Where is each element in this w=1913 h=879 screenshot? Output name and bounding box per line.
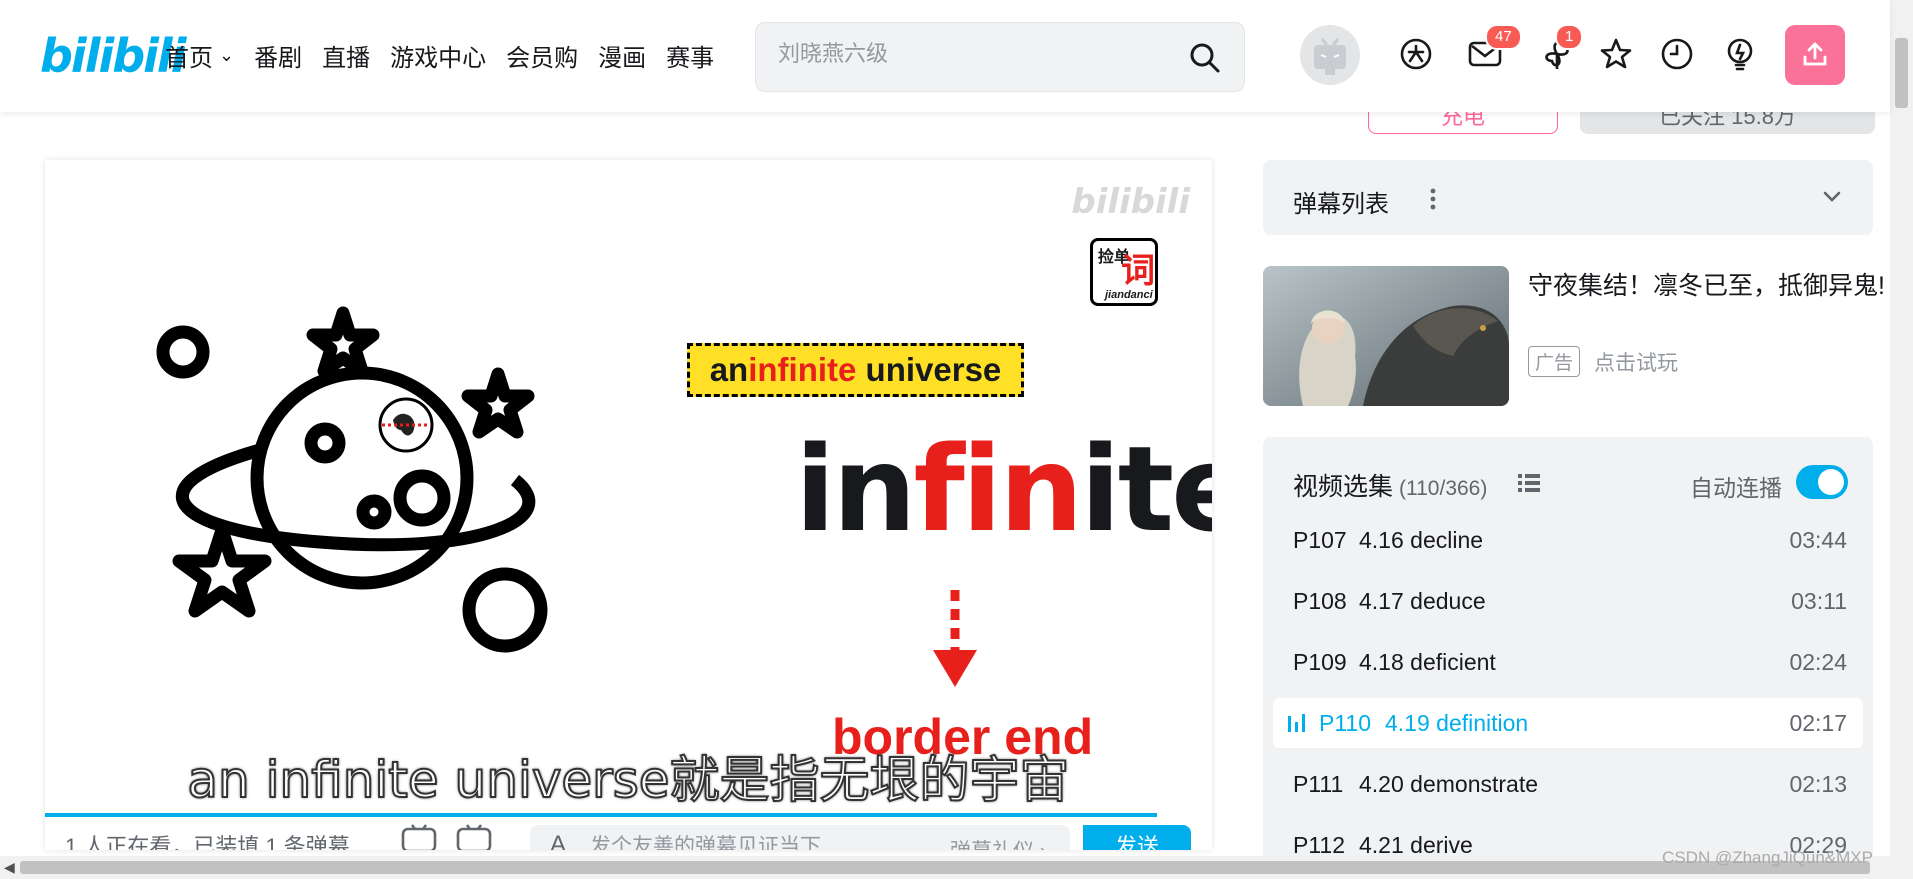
- vertical-scroll-thumb[interactable]: [1895, 38, 1908, 108]
- more-icon[interactable]: [1423, 184, 1443, 214]
- nav-live[interactable]: 直播: [322, 38, 370, 73]
- video-subtitle: an infinite universe就是指无垠的宇宙: [186, 750, 1070, 810]
- nav-esports[interactable]: 赛事: [666, 38, 714, 73]
- horizontal-scrollbar[interactable]: ◀: [0, 856, 1890, 879]
- nav-mall[interactable]: 会员购: [506, 38, 578, 73]
- autoplay-toggle[interactable]: [1796, 465, 1848, 499]
- list-view-icon[interactable]: [1516, 470, 1542, 496]
- ad-thumbnail[interactable]: [1263, 266, 1509, 406]
- chevron-down-icon: ⌄: [219, 45, 235, 65]
- danmaku-list-title: 弹幕列表: [1293, 191, 1389, 218]
- scroll-left-icon[interactable]: ◀: [4, 859, 15, 876]
- history-icon[interactable]: [1657, 34, 1697, 74]
- danmaku-style-icon[interactable]: A: [550, 831, 566, 850]
- favorite-icon[interactable]: [1596, 34, 1636, 74]
- message-badge: 47: [1485, 24, 1522, 50]
- danmaku-input-box: A 弹幕礼仪 ›: [530, 825, 1070, 850]
- chevron-down-icon[interactable]: [1819, 184, 1845, 210]
- ad-try-link[interactable]: 点击试玩: [1594, 347, 1678, 377]
- search-icon[interactable]: [1188, 41, 1222, 75]
- creation-icon[interactable]: [1720, 34, 1760, 74]
- avatar[interactable]: [1300, 25, 1360, 85]
- playlist-item[interactable]: P108 4.17 deduce 03:11: [1273, 576, 1863, 626]
- danmaku-list-panel[interactable]: 弹幕列表: [1263, 160, 1873, 235]
- message-icon[interactable]: 47: [1465, 24, 1522, 74]
- down-arrow-icon: [933, 590, 977, 687]
- dynamic-badge: 1: [1555, 24, 1584, 50]
- autoplay-label: 自动连播: [1690, 475, 1782, 501]
- playlist-item-active[interactable]: P110 4.19 definition 02:17: [1273, 698, 1863, 748]
- upload-icon: [1803, 42, 1827, 66]
- playlist-count: (110/366): [1399, 477, 1488, 500]
- danmaku-etiquette-link[interactable]: 弹幕礼仪 ›: [950, 835, 1047, 850]
- ad-title[interactable]: 守夜集结！凛冬已至，抵御异鬼!: [1528, 268, 1888, 304]
- bilibili-watermark: bilibili: [1071, 182, 1190, 222]
- main-nav: 首页 ⌄ 番剧 直播 游戏中心 会员购 漫画 赛事: [165, 38, 734, 73]
- csdn-watermark: CSDN @ZhangJiQun&MXP: [1662, 848, 1873, 867]
- playlist-item[interactable]: P107 4.16 decline 03:44: [1273, 515, 1863, 565]
- ad-card[interactable]: 守夜集结！凛冬已至，抵御异鬼! 广告 点击试玩: [1263, 266, 1885, 406]
- video-player[interactable]: bilibili 捡单 词 jiandanci an infinite univ…: [45, 160, 1212, 850]
- danmaku-settings-icon[interactable]: [455, 823, 493, 850]
- phrase-highlight: an infinite universe: [687, 343, 1024, 397]
- dynamic-icon[interactable]: 1: [1537, 24, 1584, 74]
- search-bar: [755, 22, 1245, 92]
- playlist-item[interactable]: P109 4.18 deficient 02:24: [1273, 637, 1863, 687]
- search-input[interactable]: [778, 41, 1178, 67]
- send-danmaku-button[interactable]: 发送: [1083, 825, 1191, 850]
- nav-home[interactable]: 首页 ⌄: [165, 38, 234, 73]
- player-controls-bar: 1 人正在看，已装填 1 条弹幕 A 弹幕礼仪 › 发送: [45, 817, 1212, 850]
- upload-button[interactable]: [1785, 25, 1845, 85]
- nav-game-center[interactable]: 游戏中心: [390, 38, 486, 73]
- ad-tag: 广告: [1528, 346, 1581, 377]
- horizontal-scroll-thumb[interactable]: [20, 861, 1870, 874]
- danmaku-toggle-icon[interactable]: [400, 823, 438, 850]
- tv-avatar-icon: [1314, 38, 1346, 75]
- danmaku-input[interactable]: [590, 835, 890, 850]
- bigvip-icon[interactable]: [1396, 34, 1436, 74]
- top-header: bilibili 首页⌄ 番剧 直播 游戏中心 会员购 漫画 赛事 47 1: [0, 0, 1890, 112]
- channel-stamp-logo: 捡单 词 jiandanci: [1090, 238, 1158, 306]
- vertical-scrollbar[interactable]: [1890, 0, 1913, 879]
- nav-manga[interactable]: 漫画: [598, 38, 646, 73]
- nav-anime[interactable]: 番剧: [254, 38, 302, 73]
- playlist-title: 视频选集 (110/366): [1293, 473, 1488, 501]
- video-playlist: 视频选集 (110/366) 自动连播 P107 4.16 decline 03:…: [1263, 437, 1873, 877]
- planet-illustration: [156, 306, 548, 653]
- viewer-count: 1 人正在看，已装填 1 条弹幕: [65, 834, 350, 850]
- bilibili-logo[interactable]: bilibili: [40, 28, 186, 84]
- playing-icon: [1288, 714, 1305, 732]
- playlist-item[interactable]: P111 4.20 demonstrate 02:13: [1273, 759, 1863, 809]
- headword: infinite: [795, 420, 1212, 558]
